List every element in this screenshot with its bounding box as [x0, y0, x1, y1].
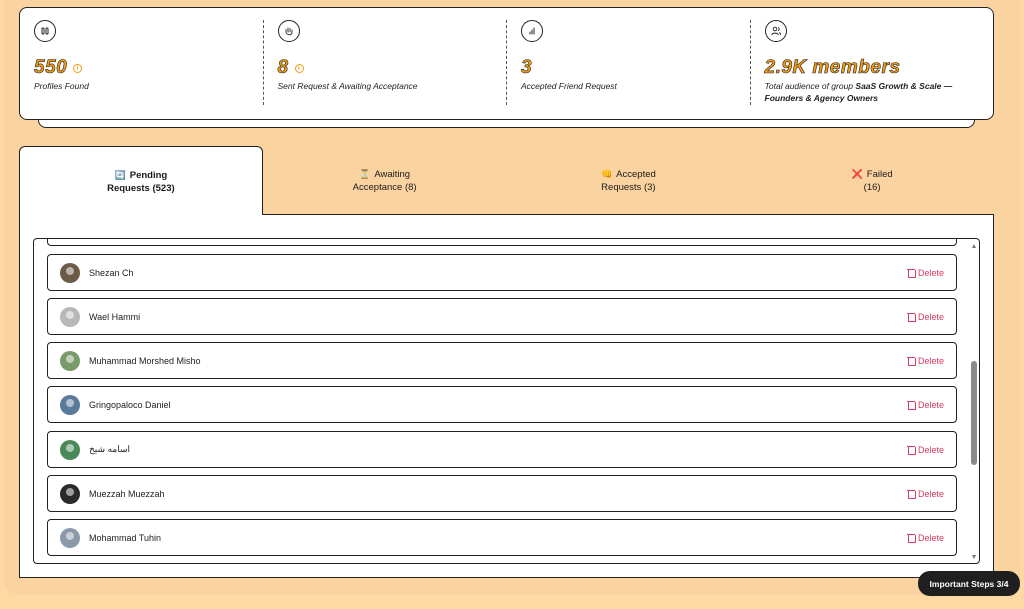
- delete-button[interactable]: Delete: [906, 267, 944, 278]
- stat-label: Accepted Friend Request: [521, 81, 617, 91]
- tab-pending-requests[interactable]: 🔄 Pending Requests (523): [19, 146, 263, 216]
- list-item: اسامه شیخ Delete: [47, 431, 957, 468]
- delete-button[interactable]: Delete: [906, 311, 944, 322]
- stat-audience: 2.9K members Total audience of group Saa…: [749, 20, 994, 105]
- trash-icon: [906, 445, 916, 455]
- stat-accepted-requests: 3 Accepted Friend Request: [506, 20, 750, 105]
- avatar: [60, 350, 80, 371]
- list-item: Gringopaloco Daniel Delete: [47, 386, 957, 423]
- hand-wave-icon: [277, 20, 300, 42]
- avatar: [60, 394, 80, 415]
- tab-label: Requests (523): [107, 182, 175, 194]
- delete-button[interactable]: Delete: [906, 488, 944, 499]
- tab-awaiting-acceptance[interactable]: ⏳ Awaiting Acceptance (8): [263, 146, 507, 215]
- avatar: [60, 483, 80, 504]
- delete-label: Delete: [917, 488, 944, 499]
- pending-requests-list[interactable]: Shezan Ch Delete Wael Hammi Delete Muham…: [33, 238, 980, 564]
- stat-value: 8i: [277, 57, 493, 78]
- scrollbar-thumb[interactable]: [971, 361, 977, 465]
- stat-profiles-found: 550 i Profiles Found: [20, 8, 263, 119]
- tab-label: Requests (3): [601, 181, 656, 193]
- list-item: Mohammad Tuhin Delete: [47, 519, 957, 556]
- users-icon: [764, 20, 787, 42]
- divider: [262, 214, 994, 215]
- cross-icon: ❌: [851, 168, 863, 179]
- delete-button[interactable]: Delete: [906, 399, 944, 410]
- list-item: Muhammad Morshed Misho Delete: [47, 342, 957, 379]
- trash-icon: [906, 312, 916, 322]
- stats-card: 550 i Profiles Found 8i Sent Request & Aw…: [19, 7, 994, 120]
- delete-button[interactable]: Delete: [906, 355, 944, 366]
- tab-label: Failed: [866, 168, 893, 180]
- request-tabs: 🔄 Pending Requests (523) ⏳ Awaiting Accept…: [19, 146, 994, 216]
- stat-label: Total audience of group SaaS Growth & Sc…: [764, 81, 953, 103]
- delete-label: Delete: [917, 311, 944, 322]
- stat-label: Sent Request & Awaiting Acceptance: [277, 81, 418, 91]
- trash-icon: [906, 268, 916, 278]
- delete-button[interactable]: Delete: [906, 532, 944, 543]
- stat-value: 550 i: [34, 57, 249, 78]
- delete-button[interactable]: Delete: [906, 444, 944, 455]
- tab-label: Pending: [129, 169, 168, 181]
- tab-accepted-requests[interactable]: 👊 Accepted Requests (3): [507, 146, 751, 215]
- profile-name[interactable]: Muhammad Morshed Misho: [89, 356, 907, 366]
- stat-value: 2.9K members: [764, 57, 901, 79]
- tab-label: Accepted: [616, 168, 656, 180]
- avatar: [60, 527, 80, 548]
- profile-name[interactable]: Wael Hammi: [89, 312, 907, 322]
- profile-name[interactable]: اسامه شیخ: [89, 444, 907, 455]
- trash-icon: [906, 489, 916, 499]
- trash-icon: [906, 356, 916, 366]
- tab-label: Awaiting: [374, 168, 411, 180]
- tab-failed[interactable]: ❌ Failed (16): [750, 146, 994, 215]
- fist-icon: 👊: [600, 168, 613, 179]
- delete-label: Delete: [917, 399, 944, 410]
- profile-name[interactable]: Gringopaloco Daniel: [89, 400, 907, 410]
- avatar: [60, 439, 80, 460]
- scrollbar[interactable]: [968, 239, 979, 563]
- list-item: Shezan Ch Delete: [47, 254, 957, 291]
- tab-label: (16): [863, 181, 881, 193]
- list-item: [47, 239, 957, 246]
- info-icon[interactable]: i: [73, 63, 83, 73]
- avatar: [60, 306, 80, 327]
- delete-label: Delete: [917, 532, 944, 543]
- bar-chart-icon: [521, 20, 543, 42]
- delete-label: Delete: [917, 267, 944, 278]
- trash-icon: [906, 533, 916, 543]
- scroll-up-arrow-icon[interactable]: [972, 244, 976, 248]
- trash-icon: [906, 400, 916, 410]
- profile-name[interactable]: Shezan Ch: [89, 268, 907, 278]
- stat-sent-requests: 8i Sent Request & Awaiting Acceptance: [262, 20, 507, 105]
- hourglass-icon: ⏳: [359, 168, 371, 179]
- stat-value: 3: [521, 57, 533, 79]
- refresh-icon: 🔄: [114, 169, 126, 180]
- list-item: Muezzah Muezzah Delete: [47, 475, 957, 512]
- tab-label: Acceptance (8): [352, 181, 417, 193]
- info-icon[interactable]: i: [294, 63, 304, 73]
- profile-name[interactable]: Muezzah Muezzah: [89, 489, 907, 499]
- delete-label: Delete: [917, 355, 944, 366]
- stat-label: Profiles Found: [34, 81, 89, 91]
- delete-label: Delete: [917, 444, 944, 455]
- pause-icon: [34, 20, 56, 42]
- list-item: Wael Hammi Delete: [47, 298, 957, 335]
- important-steps-button[interactable]: Important Steps 3/4: [918, 571, 1020, 596]
- avatar: [60, 262, 80, 283]
- scroll-down-arrow-icon[interactable]: [972, 555, 976, 559]
- profile-name[interactable]: Mohammad Tuhin: [89, 533, 907, 543]
